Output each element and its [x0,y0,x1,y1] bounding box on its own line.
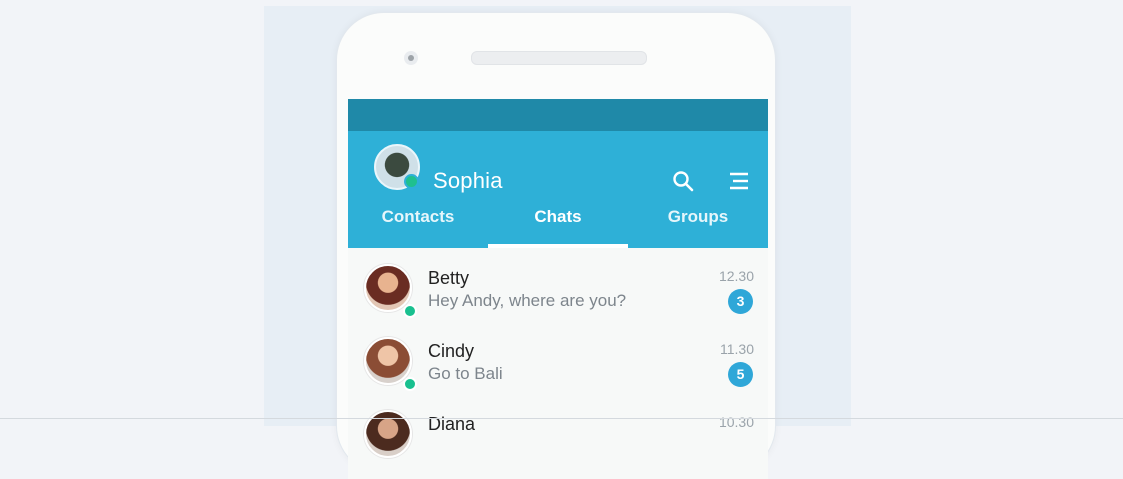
contact-name: Cindy [428,341,475,361]
user-name: Sophia [433,168,503,193]
phone-screen: Sophia Contacts Chats Groups Betty Hey A… [348,99,768,479]
chat-row-betty[interactable]: Betty Hey Andy, where are you? 12.30 3 [348,248,768,321]
menu-icon[interactable] [726,168,752,194]
tab-chats[interactable]: Chats [488,192,628,248]
camera-icon [404,51,418,65]
message-time: 11.30 [720,341,754,357]
search-icon[interactable] [670,168,696,194]
last-message: Go to Bali [428,364,503,383]
message-time: 10.30 [718,414,754,430]
unread-badge: 5 [728,362,753,387]
app-header: Sophia Contacts Chats Groups [348,131,768,248]
user-avatar[interactable] [374,144,420,190]
online-indicator [403,304,417,318]
message-time: 12.30 [718,268,754,284]
phone-mockup: Sophia Contacts Chats Groups Betty Hey A… [336,12,776,479]
status-bar [348,99,768,131]
contact-name: Betty [428,268,470,288]
online-indicator [403,377,417,391]
speaker-grille [471,51,647,65]
page-background: Sophia Contacts Chats Groups Betty Hey A… [0,6,1123,479]
bottom-divider [0,418,1123,419]
tab-groups[interactable]: Groups [628,192,768,248]
chat-row-cindy[interactable]: Cindy Go to Bali 11.30 5 [348,321,768,394]
chat-row-diana[interactable]: Diana 10.30 [348,394,768,467]
tab-bar: Contacts Chats Groups [348,192,768,248]
online-indicator [404,174,419,189]
last-message: Hey Andy, where are you? [428,291,627,310]
unread-badge: 3 [728,289,753,314]
chat-list: Betty Hey Andy, where are you? 12.30 3 C… [348,248,768,467]
tab-contacts[interactable]: Contacts [348,192,488,248]
